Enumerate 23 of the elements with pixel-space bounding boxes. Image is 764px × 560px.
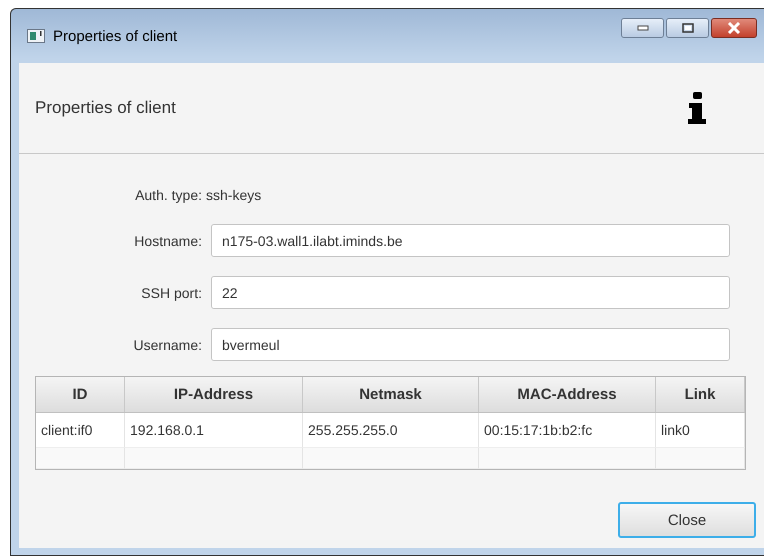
close-button[interactable] [711, 18, 757, 38]
input-field[interactable]: 22 [211, 276, 730, 309]
window-icon [27, 29, 45, 43]
minimize-button[interactable] [621, 18, 664, 38]
field-label: Hostname: [133, 232, 203, 248]
maximize-button[interactable] [666, 18, 709, 38]
column-header[interactable]: IP-Address [125, 377, 303, 412]
column-header[interactable]: Netmask [303, 377, 479, 412]
close-dialog-button[interactable]: Close [618, 502, 756, 538]
close-icon [727, 22, 741, 34]
input-field[interactable]: bvermeul [211, 328, 730, 361]
maximize-icon [682, 23, 694, 33]
field-label: SSH port: [140, 284, 203, 300]
field-label: Username: [132, 336, 203, 352]
input-field[interactable]: n175-03.wall1.ilabt.iminds.be [211, 224, 730, 257]
header-title: Properties of client [35, 98, 176, 118]
column-header[interactable]: MAC-Address [479, 377, 656, 412]
column-header[interactable]: ID [36, 377, 125, 412]
window-title: Properties of client [53, 28, 178, 44]
auth-type-value: ssh-keys [206, 187, 262, 203]
minimize-icon [636, 25, 648, 31]
info-icon [686, 92, 708, 124]
column-header[interactable]: Link [656, 377, 745, 412]
